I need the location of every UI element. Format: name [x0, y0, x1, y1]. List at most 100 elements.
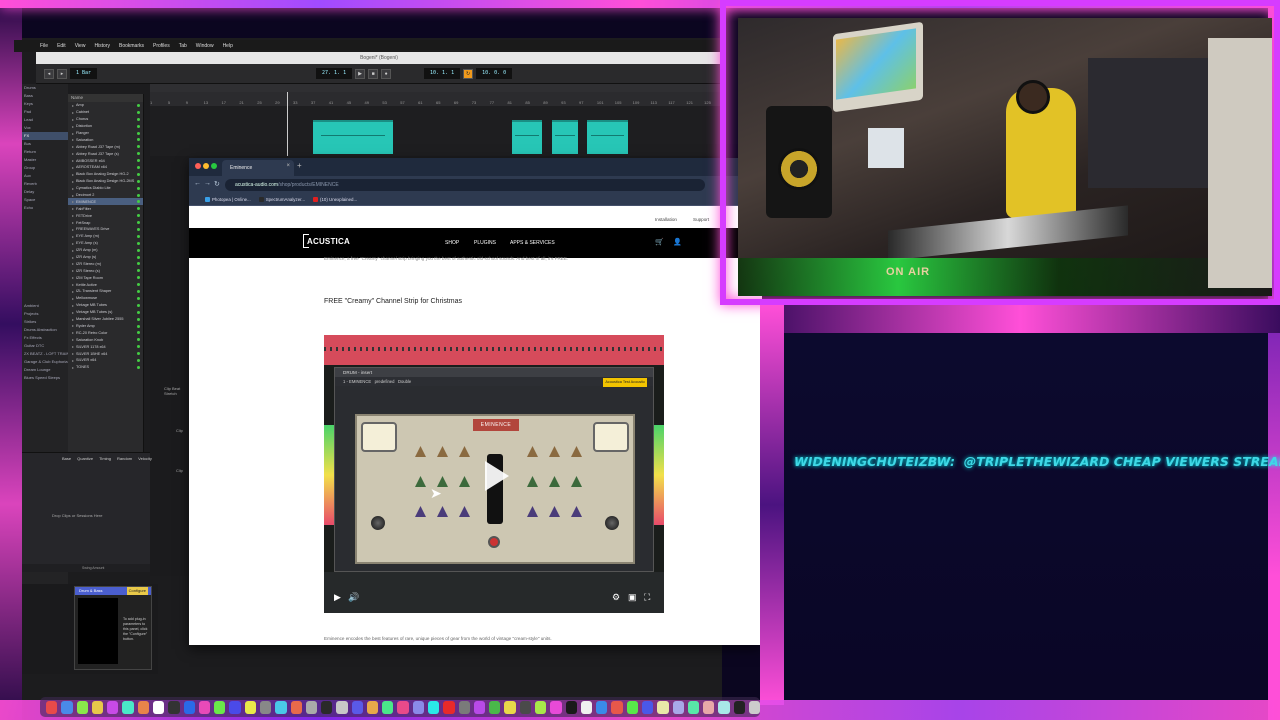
- stop-button[interactable]: ■: [368, 68, 379, 79]
- playhead[interactable]: [287, 92, 288, 156]
- browser-column-header[interactable]: Name: [68, 94, 143, 102]
- browser-list-item[interactable]: ▸ Kettle Active: [68, 281, 143, 288]
- dock-app-icon[interactable]: [152, 700, 165, 714]
- collection-item[interactable]: Guitar DTC: [22, 342, 68, 350]
- browser-list-item[interactable]: ▸ Saturation: [68, 136, 143, 143]
- video-player[interactable]: DRUM - insert 1 - EMINENCE predefined Do…: [324, 335, 664, 613]
- browser-list-item[interactable]: ▸ SILVER 1178 x64: [68, 343, 143, 350]
- browser-list-item[interactable]: ▸ Vintage MB Tubes (s): [68, 309, 143, 316]
- browser-list-item[interactable]: ▸ EMINENCE: [68, 198, 143, 206]
- browser-list-item[interactable]: ▸ Vintage MB Tubes: [68, 302, 143, 309]
- dock-app-icon[interactable]: [641, 700, 654, 714]
- browser-list-item[interactable]: ▸ Distortion: [68, 123, 143, 130]
- browser-list-item[interactable]: ▸ SILVER x64: [68, 357, 143, 364]
- dock-app-icon[interactable]: [657, 700, 669, 714]
- dock-app-icon[interactable]: [611, 700, 623, 714]
- bookmark[interactable]: (10) Unexplained...: [313, 197, 357, 202]
- collection-item[interactable]: Dream Lounge: [22, 366, 68, 374]
- cart-icon[interactable]: 🛒: [655, 238, 664, 246]
- video-play-icon[interactable]: ▶: [334, 592, 341, 603]
- dock-app-icon[interactable]: [351, 700, 363, 714]
- browser-list-item[interactable]: ▸ Mellowmuse: [68, 295, 143, 302]
- editor-tab[interactable]: Timing: [99, 456, 111, 461]
- browser-list-item[interactable]: ▸ IZR Stereo (s): [68, 267, 143, 274]
- inspector-item[interactable]: Lead: [22, 116, 68, 124]
- browser-list-item[interactable]: ▸ FREEWAVES Drive: [68, 226, 143, 233]
- midi-clip[interactable]: [512, 120, 542, 154]
- fullscreen-icon[interactable]: ⛶: [644, 592, 650, 603]
- dock-app-icon[interactable]: [336, 700, 348, 714]
- editor-tab[interactable]: Quantize: [77, 456, 93, 461]
- drop-zone-hint[interactable]: Drop Clips or Sessions Here: [52, 513, 102, 518]
- dock-app-icon[interactable]: [198, 700, 211, 714]
- loop-end-display[interactable]: 10. 0. 0: [476, 68, 513, 79]
- browser-list-item[interactable]: ▸ Chorus: [68, 116, 143, 123]
- menu-item[interactable]: View: [75, 43, 86, 49]
- browser-list-item[interactable]: ▸ Cabinet: [68, 109, 143, 116]
- inspector-item[interactable]: Bass: [22, 92, 68, 100]
- dock-app-icon[interactable]: [473, 700, 486, 714]
- inspector-item[interactable]: Reverb: [22, 180, 68, 188]
- reload-icon[interactable]: ↻: [214, 180, 220, 188]
- nav-plugins[interactable]: PLUGINS: [474, 240, 496, 246]
- dock-app-icon[interactable]: [61, 700, 73, 714]
- collection-item[interactable]: Strikes: [22, 318, 68, 326]
- browser-list-item[interactable]: ▸ FabFilter: [68, 205, 143, 212]
- dock-app-icon[interactable]: [458, 700, 470, 714]
- browser-tab[interactable]: Eminence ×: [222, 160, 294, 176]
- inspector-item[interactable]: Vox: [22, 124, 68, 132]
- browser-list-item[interactable]: ▸ Ryder Amp: [68, 323, 143, 330]
- dock-app-icon[interactable]: [137, 700, 149, 714]
- browser-list-item[interactable]: ▸ IZR Stereo (m): [68, 260, 143, 267]
- browser-list-item[interactable]: ▸ Abbey Road J37 Tape (s): [68, 150, 143, 157]
- dock-app-icon[interactable]: [397, 700, 409, 714]
- dock-app-icon[interactable]: [718, 700, 730, 714]
- browser-list-item[interactable]: ▸ Saturation Knob: [68, 336, 143, 343]
- settings-gear-icon[interactable]: ⚙: [612, 592, 620, 603]
- dock-app-icon[interactable]: [596, 700, 608, 714]
- site-logo[interactable]: ACUSTICA: [307, 237, 350, 246]
- browser-list-item[interactable]: ▸ EYE Amp (m): [68, 233, 143, 240]
- dock-app-icon[interactable]: [580, 700, 593, 714]
- inspector-item[interactable]: Aux: [22, 172, 68, 180]
- nav-shop[interactable]: SHOP: [445, 240, 459, 246]
- inspector-item[interactable]: Group: [22, 164, 68, 172]
- dock-app-icon[interactable]: [107, 700, 119, 714]
- menu-item[interactable]: Help: [223, 43, 233, 49]
- inspector-item[interactable]: Space: [22, 196, 68, 204]
- inspector-item[interactable]: Bus: [22, 140, 68, 148]
- play-button[interactable]: ▶: [355, 68, 366, 79]
- dock-app-icon[interactable]: [321, 700, 333, 714]
- browser-list-item[interactable]: ▸ Decimort 2: [68, 192, 143, 199]
- tempo-display[interactable]: 10. 1. 1: [424, 68, 461, 79]
- dock-app-icon[interactable]: [229, 700, 241, 714]
- arrangement-view[interactable]: 1 5 9 13 17 21 25 29 33 37 41 45 49 53 57 61 65 69 73 77 81 8…: [150, 84, 722, 156]
- editor-tab[interactable]: Random: [117, 456, 132, 461]
- browser-list-item[interactable]: ▸ IZR Amp (m): [68, 247, 143, 254]
- miniplayer-icon[interactable]: ▣: [628, 592, 637, 603]
- collection-item[interactable]: Blues Speed Sleeps: [22, 374, 68, 382]
- dock-app-icon[interactable]: [366, 700, 379, 714]
- loop-length-display[interactable]: 1 Bar: [70, 68, 98, 79]
- dock-app-icon[interactable]: [259, 700, 272, 714]
- loop-toggle[interactable]: ↻: [463, 68, 474, 79]
- arrangement-overview[interactable]: [150, 84, 722, 92]
- collection-item[interactable]: 2X BEATZ - LOFT TRAINS: [22, 350, 68, 358]
- dock-app-icon[interactable]: [748, 700, 761, 714]
- browser-list-item[interactable]: ▸ FetSnap: [68, 219, 143, 226]
- toolbar-button[interactable]: ▸: [57, 68, 67, 79]
- inspector-item[interactable]: FX: [22, 132, 68, 140]
- url-bar[interactable]: acustica-audio.com/shop/products/EMINENC…: [225, 179, 705, 191]
- dock-app-icon[interactable]: [290, 700, 302, 714]
- user-icon[interactable]: 👤: [673, 238, 682, 246]
- dock-app-icon[interactable]: [214, 700, 226, 714]
- menu-item[interactable]: History: [94, 43, 110, 49]
- dock-app-icon[interactable]: [504, 700, 516, 714]
- configure-button[interactable]: Configure: [126, 587, 148, 595]
- inspector-item[interactable]: Delay: [22, 188, 68, 196]
- dock-app-icon[interactable]: [703, 700, 715, 714]
- dock-app-icon[interactable]: [550, 700, 562, 714]
- browser-list-item[interactable]: ▸ EYE Amp (s): [68, 240, 143, 247]
- inspector-item[interactable]: Pad: [22, 108, 68, 116]
- browser-list-item[interactable]: ▸ IZM Tape Room: [68, 274, 143, 281]
